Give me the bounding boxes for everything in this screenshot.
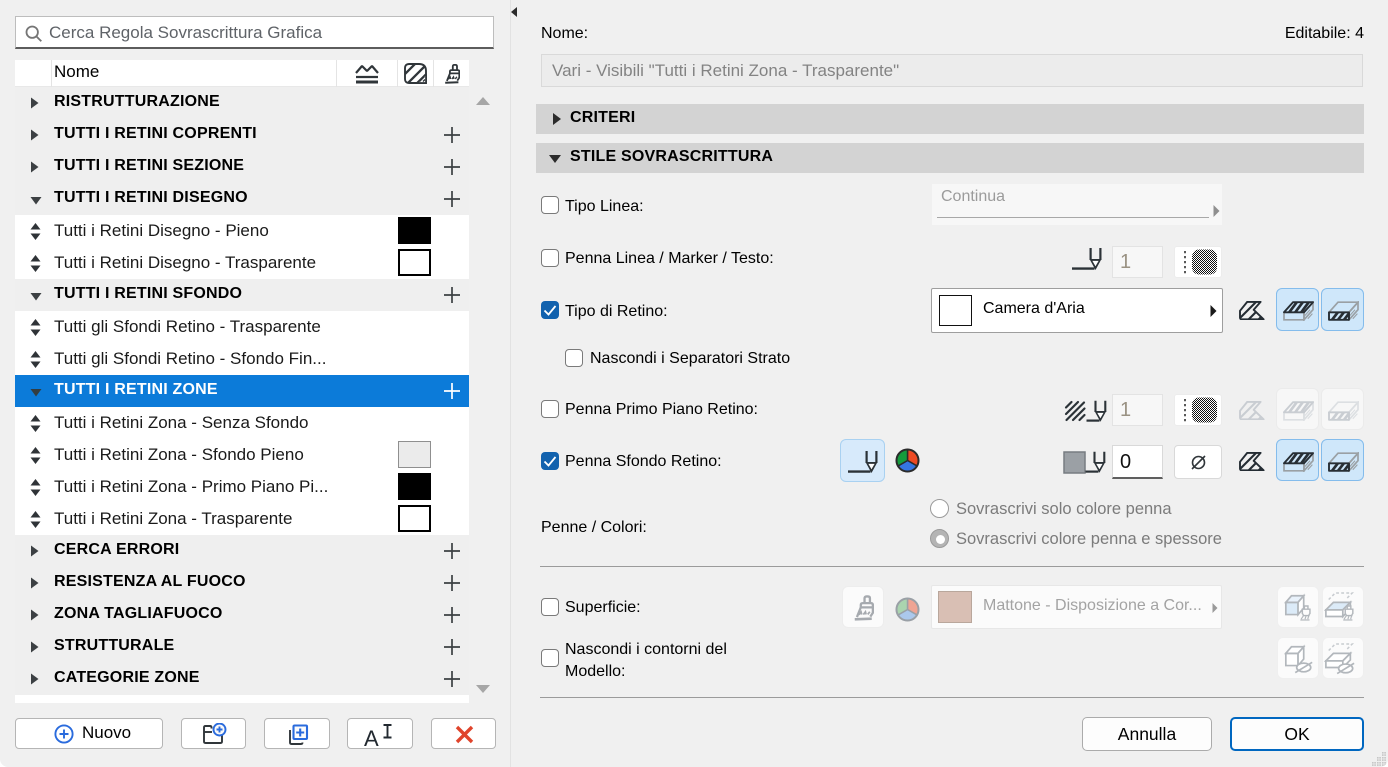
svg-text:A: A: [364, 726, 379, 747]
